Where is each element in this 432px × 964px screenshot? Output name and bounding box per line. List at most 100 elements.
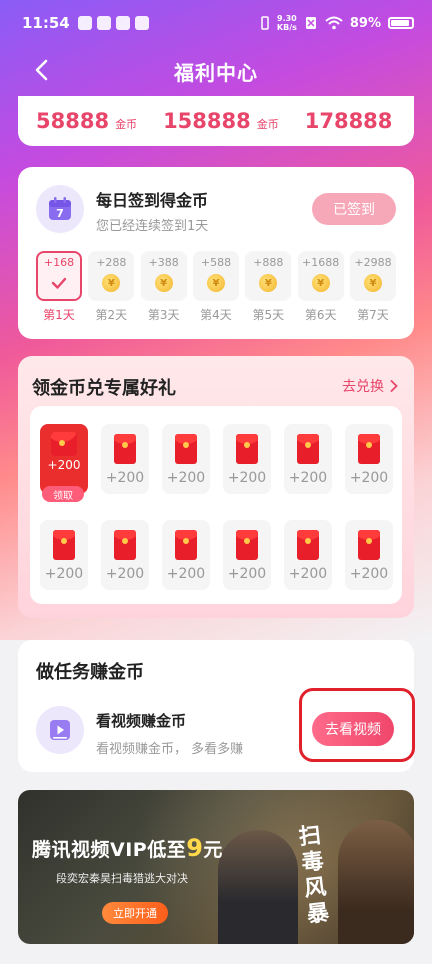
checkin-day-box: +288 ¥ [88, 251, 135, 301]
coin-icon: ¥ [311, 274, 330, 292]
checkin-day-label: 第7天 [357, 308, 389, 322]
sim-off-icon [305, 17, 316, 29]
checkin-day-amount: +168 [43, 256, 75, 269]
status-bar: 11:54 9.30 KB/s 89% [0, 0, 432, 46]
checkin-day-amount: +1688 [302, 256, 340, 269]
svg-text:7: 7 [56, 207, 64, 220]
red-envelope-icon [358, 530, 380, 560]
video-icon [36, 706, 84, 754]
check-icon [51, 277, 67, 289]
chevron-right-icon [390, 380, 398, 392]
coin-reward-strip: 58888 金币 158888 金币 178888 [18, 96, 414, 146]
gift-amount: +200 [349, 566, 389, 582]
checkin-day-box: +1688 ¥ [297, 251, 344, 301]
checkin-day-label: 第6天 [304, 308, 337, 322]
gift-tile[interactable]: +200 [101, 520, 149, 590]
claim-button[interactable]: 领取 [42, 486, 84, 502]
checkin-day-box: +588 ¥ [192, 251, 239, 301]
notification-icon [115, 16, 130, 30]
checked-in-button[interactable]: 已签到 [312, 193, 396, 225]
banner-subtitle: 段奕宏秦昊扫毒猎逃大对决 [56, 872, 188, 885]
coin-icon: ¥ [102, 274, 121, 292]
vip-promo-banner[interactable]: 扫毒风暴 腾讯视频VIP低至9元 段奕宏秦昊扫毒猎逃大对决 立即开通 [18, 790, 414, 944]
banner-title: 腾讯视频VIP低至9元 [32, 834, 223, 862]
gift-tile[interactable]: +200 [345, 520, 393, 590]
banner-title-suffix: 元 [203, 839, 223, 861]
coin-unit: 金币 [115, 118, 138, 131]
coin-reward-item[interactable]: 158888 金币 [163, 109, 279, 133]
page-title: 福利中心 [174, 60, 258, 85]
gift-tile[interactable]: +200 [223, 424, 271, 494]
red-envelope-icon [114, 530, 136, 560]
status-right: 9.30 KB/s 89% [260, 14, 414, 32]
gift-tile[interactable]: +200 [345, 424, 393, 494]
checkin-title: 每日签到得金币 [96, 191, 209, 210]
coin-unit: 金币 [256, 118, 279, 131]
gift-tile[interactable]: +200 [162, 520, 210, 590]
banner-person-image [338, 820, 414, 944]
red-envelope-icon [297, 434, 319, 464]
back-arrow-icon[interactable] [30, 58, 54, 82]
wifi-icon [325, 16, 343, 30]
gift-amount: +200 [349, 470, 389, 486]
checkin-day-amount: +588 [200, 256, 232, 269]
checkin-day-6[interactable]: +1688 ¥ 第6天 [297, 251, 344, 323]
notification-icon [96, 16, 111, 30]
gift-section-title: 领金币兑专属好礼 [32, 378, 176, 399]
red-envelope-icon [114, 434, 136, 464]
checkin-day-box: +2988 ¥ [349, 251, 396, 301]
open-vip-button[interactable]: 立即开通 [102, 902, 168, 924]
gift-amount: +200 [105, 470, 145, 486]
page-header: 福利中心 [0, 46, 432, 96]
daily-checkin-card: 7 每日签到得金币 您已经连续签到1天 已签到 +168 第1天 +288 ¥ … [18, 167, 414, 339]
status-time: 11:54 [22, 14, 70, 32]
coin-reward-item[interactable]: 178888 [305, 109, 393, 133]
gift-tile[interactable]: +200 领取 [40, 424, 88, 502]
checkin-day-label: 第1天 [43, 308, 75, 322]
checkin-day-5[interactable]: +888 ¥ 第5天 [245, 251, 292, 323]
red-envelope-icon [175, 434, 197, 464]
checkin-day-amount: +288 [96, 256, 127, 269]
calendar-icon: 7 [36, 185, 84, 233]
checkin-day-label: 第4天 [200, 308, 232, 322]
gift-tile[interactable]: +200 [223, 520, 271, 590]
checkin-day-box: +888 ¥ [245, 251, 292, 301]
coin-icon: ¥ [206, 274, 225, 292]
checkin-day-box: +168 [36, 251, 82, 301]
checkin-day-4[interactable]: +588 ¥ 第4天 [192, 251, 239, 323]
checkin-day-7[interactable]: +2988 ¥ 第7天 [349, 251, 396, 323]
go-exchange-label: 去兑换 [342, 379, 384, 395]
coin-amount: 58888 [36, 109, 110, 133]
gift-amount: +200 [288, 470, 328, 486]
checkin-day-3[interactable]: +388 ¥ 第3天 [140, 251, 187, 323]
gift-tile[interactable]: +200 [162, 424, 210, 494]
checkin-days-row: +168 第1天 +288 ¥ 第2天 +388 ¥ 第3天 +588 ¥ 第4 [36, 251, 396, 323]
red-envelope-icon [175, 530, 197, 560]
gift-exchange-card: 领金币兑专属好礼 去兑换 +200 领取 +200 +200 +200 +200… [18, 356, 414, 618]
checkin-day-amount: +888 [253, 256, 284, 269]
checkin-day-label: 第2天 [95, 308, 128, 322]
go-exchange-link[interactable]: 去兑换 [342, 376, 398, 396]
checkin-day-1[interactable]: +168 第1天 [36, 251, 82, 323]
gift-tile[interactable]: +200 [40, 520, 88, 590]
red-envelope-icon [358, 434, 380, 464]
gift-amount: +200 [44, 566, 84, 582]
net-speed-value: 9.30 [277, 14, 297, 23]
checkin-day-2[interactable]: +288 ¥ 第2天 [88, 251, 135, 323]
gift-amount: +200 [105, 566, 145, 582]
checkin-day-label: 第3天 [147, 308, 180, 322]
banner-person-image [218, 830, 298, 944]
red-envelope-icon [236, 434, 258, 464]
checkin-streak-text: 您已经连续签到1天 [96, 219, 209, 234]
gift-tile[interactable]: +200 [284, 520, 332, 590]
notification-icon [134, 16, 149, 30]
coin-reward-item[interactable]: 58888 金币 [36, 109, 137, 133]
gift-tile[interactable]: +200 [284, 424, 332, 494]
battery-percent: 89% [349, 15, 381, 31]
banner-price: 9 [186, 834, 204, 862]
gift-grid-panel: +200 领取 +200 +200 +200 +200 +200 +200 +2… [30, 406, 402, 604]
gift-amount: +200 [166, 566, 206, 582]
task-name: 看视频赚金币 [96, 712, 187, 730]
gift-amount: +200 [47, 458, 81, 472]
gift-tile[interactable]: +200 [101, 424, 149, 494]
